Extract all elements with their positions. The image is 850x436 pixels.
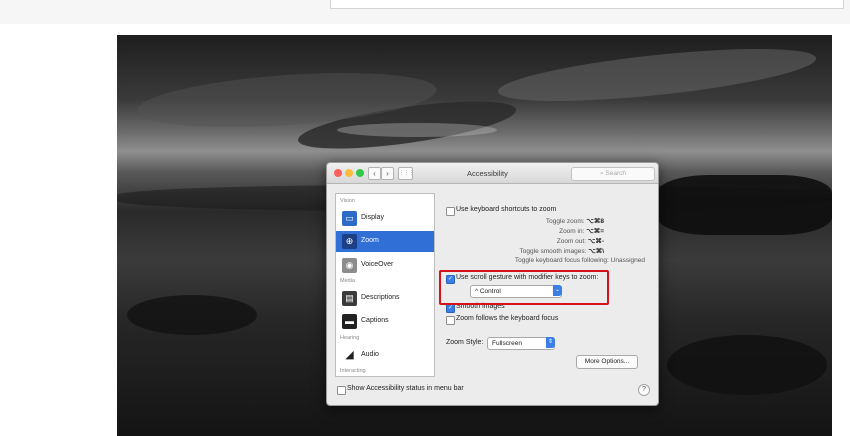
- follow-focus-label: Zoom follows the keyboard focus: [456, 315, 559, 322]
- chevron-left-icon: ‹: [373, 169, 376, 178]
- shortcut-keyboard-focus: Toggle keyboard focus following: Unassig…: [514, 257, 645, 264]
- back-button[interactable]: ‹: [368, 167, 381, 180]
- display-icon: ▭: [342, 211, 357, 226]
- shortcut-smooth-images: Toggle smooth images: ⌥⌘\: [519, 248, 604, 255]
- smooth-images-checkbox[interactable]: ✓: [446, 304, 455, 313]
- search-placeholder: Search: [605, 170, 627, 177]
- category-sidebar[interactable]: Vision ▭ Display ⊕ Zoom ◉ VoiceOver Medi…: [335, 193, 435, 377]
- zoom-icon: ⊕: [342, 234, 357, 249]
- sidebar-item-label: Captions: [361, 317, 389, 324]
- category-media: Media: [340, 278, 355, 284]
- follow-focus-checkbox[interactable]: [446, 316, 455, 325]
- sidebar-item-audio[interactable]: ◢ Audio: [336, 345, 434, 366]
- sidebar-item-label: Zoom: [361, 237, 379, 244]
- help-button[interactable]: ?: [638, 384, 650, 396]
- keyboard-shortcuts-label: Use keyboard shortcuts to zoom: [456, 206, 557, 213]
- close-button[interactable]: [334, 169, 342, 177]
- sidebar-item-voiceover[interactable]: ◉ VoiceOver: [336, 255, 434, 276]
- sidebar-item-display[interactable]: ▭ Display: [336, 208, 434, 229]
- more-options-button[interactable]: More Options...: [576, 355, 638, 369]
- zoom-style-value: Fullscreen: [492, 340, 522, 347]
- sidebar-item-label: Audio: [361, 351, 379, 358]
- voiceover-icon: ◉: [342, 258, 357, 273]
- category-hearing: Hearing: [340, 335, 360, 341]
- grid-icon: ⋮⋮⋮: [399, 170, 414, 176]
- sidebar-item-label: Descriptions: [361, 294, 400, 301]
- chevron-right-icon: ›: [386, 169, 389, 178]
- menu-bar-status-label: Show Accessibility status in menu bar: [347, 385, 464, 392]
- descriptions-icon: ▤: [342, 291, 357, 306]
- menu-bar-status-checkbox[interactable]: [337, 386, 346, 395]
- browser-top-strip: [0, 0, 850, 24]
- sidebar-item-label: Display: [361, 214, 384, 221]
- category-vision: Vision: [340, 198, 355, 204]
- captions-icon: ▬: [342, 314, 357, 329]
- address-field[interactable]: [330, 0, 844, 9]
- accessibility-window: ‹ › ⋮⋮⋮ Accessibility ⌕ Search Vision ▭ …: [326, 162, 659, 406]
- audio-icon: ◢: [342, 348, 357, 363]
- keyboard-shortcuts-checkbox[interactable]: [446, 207, 455, 216]
- search-field[interactable]: ⌕ Search: [571, 167, 655, 181]
- category-interacting: Interacting: [340, 368, 366, 374]
- shortcut-zoom-out: Zoom out: ⌥⌘-: [556, 238, 604, 245]
- shortcut-toggle-zoom: Toggle zoom: ⌥⌘8: [545, 218, 604, 225]
- window-titlebar: ‹ › ⋮⋮⋮ Accessibility ⌕ Search: [327, 163, 658, 184]
- help-icon: ?: [642, 386, 646, 393]
- scroll-gesture-highlight-box: [439, 270, 609, 305]
- window-title: Accessibility: [467, 169, 508, 178]
- sidebar-item-label: VoiceOver: [361, 261, 394, 268]
- sidebar-item-zoom[interactable]: ⊕ Zoom: [336, 231, 434, 252]
- minimize-button[interactable]: [345, 169, 353, 177]
- zoom-style-label: Zoom Style:: [446, 339, 484, 346]
- shortcut-zoom-in: Zoom in: ⌥⌘=: [559, 228, 604, 235]
- zoom-window-button[interactable]: [356, 169, 364, 177]
- chevron-updown-icon: ⇕: [546, 337, 555, 348]
- sidebar-item-captions[interactable]: ▬ Captions: [336, 311, 434, 332]
- show-all-button[interactable]: ⋮⋮⋮: [398, 167, 414, 180]
- forward-button[interactable]: ›: [381, 167, 394, 180]
- zoom-style-popup[interactable]: Fullscreen ⇕: [487, 337, 555, 350]
- sidebar-item-descriptions[interactable]: ▤ Descriptions: [336, 288, 434, 309]
